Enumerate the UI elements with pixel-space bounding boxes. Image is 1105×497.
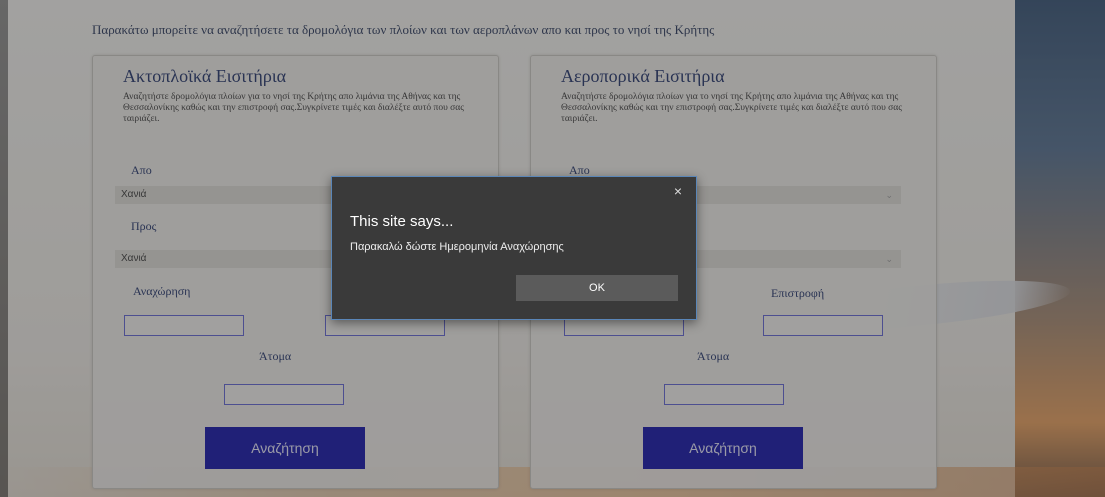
alert-dialog: × This site says... Παρακαλώ δώστε Ημερο… bbox=[331, 176, 697, 320]
ok-button[interactable]: OK bbox=[516, 275, 678, 301]
dialog-title: This site says... bbox=[350, 213, 454, 230]
close-icon[interactable]: × bbox=[674, 183, 682, 199]
dialog-message: Παρακαλώ δώστε Ημερομηνία Αναχώρησης bbox=[350, 241, 564, 253]
